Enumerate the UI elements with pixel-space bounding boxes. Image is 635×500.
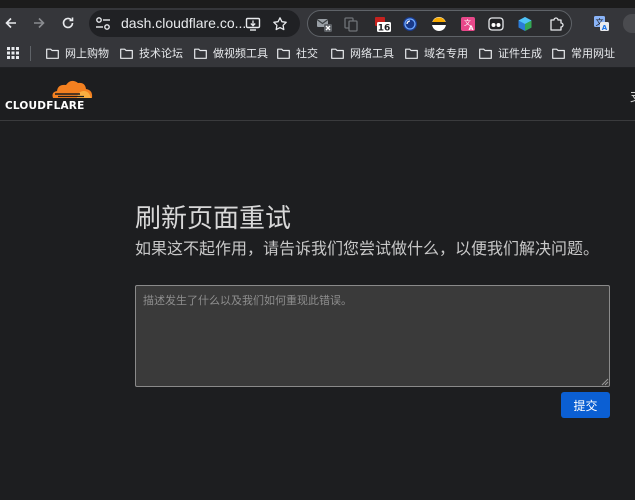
submit-button[interactable]: 提交 bbox=[561, 392, 610, 418]
reload-button[interactable] bbox=[57, 12, 79, 34]
folder-icon bbox=[552, 48, 565, 59]
copy-extension-icon[interactable] bbox=[343, 16, 359, 32]
translate-page-icon[interactable]: 文 A bbox=[593, 15, 610, 32]
folder-icon bbox=[479, 48, 492, 59]
browser-toolbar: dash.cloudflare.co... 16 文 A 文 A bbox=[0, 8, 635, 39]
bookmark-folder[interactable]: 常用网址 bbox=[552, 45, 615, 61]
bookmarks-divider bbox=[30, 46, 31, 61]
cube-extension-icon[interactable] bbox=[517, 16, 533, 32]
profile-avatar[interactable] bbox=[623, 14, 635, 33]
error-title: 刷新页面重试 bbox=[135, 204, 292, 234]
bookmark-folder[interactable]: 社交 bbox=[277, 45, 318, 61]
bookmark-folder[interactable]: 域名专用 bbox=[405, 45, 468, 61]
bookmarks-bar: 网上购物 技术论坛 做视频工具 社交 网络工具 域名专用 证件生成 常用网址 bbox=[0, 39, 635, 68]
bookmark-label: 网上购物 bbox=[65, 47, 109, 60]
bookmark-folder[interactable]: 网络工具 bbox=[331, 45, 394, 61]
url-text[interactable]: dash.cloudflare.co... bbox=[121, 15, 246, 31]
folder-icon bbox=[405, 48, 418, 59]
bookmark-folder[interactable]: 技术论坛 bbox=[120, 45, 183, 61]
support-link[interactable]: 支 bbox=[630, 86, 635, 105]
calendar-badge-text: 16 bbox=[378, 24, 391, 33]
folder-icon bbox=[277, 48, 290, 59]
bookmark-folder[interactable]: 证件生成 bbox=[479, 45, 542, 61]
error-subtitle: 如果这不起作用，请告诉我们您尝试做什么，以便我们解决问题。 bbox=[135, 239, 600, 258]
bookmark-folder[interactable]: 网上购物 bbox=[46, 45, 109, 61]
extensions-bar: 16 文 A bbox=[307, 10, 572, 37]
apps-grid-icon[interactable] bbox=[7, 47, 19, 59]
site-header: CLOUDFLARE 支 bbox=[0, 69, 635, 121]
cloudflare-logo[interactable]: CLOUDFLARE bbox=[5, 78, 95, 114]
cloud-logo-icon bbox=[52, 80, 93, 98]
eyes-extension-icon[interactable] bbox=[488, 16, 504, 32]
calendar-extension-icon[interactable]: 16 bbox=[372, 16, 392, 32]
folder-icon bbox=[194, 48, 207, 59]
svg-text:A: A bbox=[469, 24, 474, 32]
logo-text: CLOUDFLARE bbox=[5, 100, 85, 112]
translate-extension-icon[interactable]: 文 A bbox=[460, 16, 476, 32]
bookmark-label: 域名专用 bbox=[424, 47, 468, 60]
forward-arrow-icon bbox=[34, 17, 45, 29]
install-app-icon[interactable] bbox=[245, 16, 261, 32]
circle-extension-icon[interactable] bbox=[431, 16, 447, 32]
bookmark-label: 社交 bbox=[296, 47, 318, 60]
site-info-icon[interactable] bbox=[95, 16, 111, 31]
forward-button[interactable] bbox=[28, 12, 50, 34]
folder-icon bbox=[331, 48, 344, 59]
folder-icon bbox=[46, 48, 59, 59]
feedback-textarea[interactable] bbox=[135, 285, 610, 387]
folder-icon bbox=[120, 48, 133, 59]
bookmark-star-icon[interactable] bbox=[272, 16, 288, 32]
address-bar[interactable]: dash.cloudflare.co... bbox=[89, 10, 300, 37]
tab-strip bbox=[0, 0, 635, 8]
reload-icon bbox=[62, 17, 74, 29]
bookmark-label: 技术论坛 bbox=[139, 47, 183, 60]
svg-text:A: A bbox=[602, 24, 608, 32]
bookmark-label: 证件生成 bbox=[498, 47, 542, 60]
back-arrow-icon bbox=[5, 17, 16, 29]
mail-extension-icon[interactable] bbox=[316, 16, 332, 32]
globe-extension-icon[interactable] bbox=[402, 16, 418, 32]
back-button[interactable] bbox=[0, 12, 22, 34]
puzzle-extensions-icon[interactable] bbox=[548, 16, 564, 32]
bookmark-folder[interactable]: 做视频工具 bbox=[194, 45, 268, 61]
bookmark-label: 常用网址 bbox=[571, 47, 615, 60]
bookmark-label: 网络工具 bbox=[350, 47, 394, 60]
bookmark-label: 做视频工具 bbox=[213, 47, 268, 60]
resize-grip-icon[interactable] bbox=[600, 377, 609, 386]
